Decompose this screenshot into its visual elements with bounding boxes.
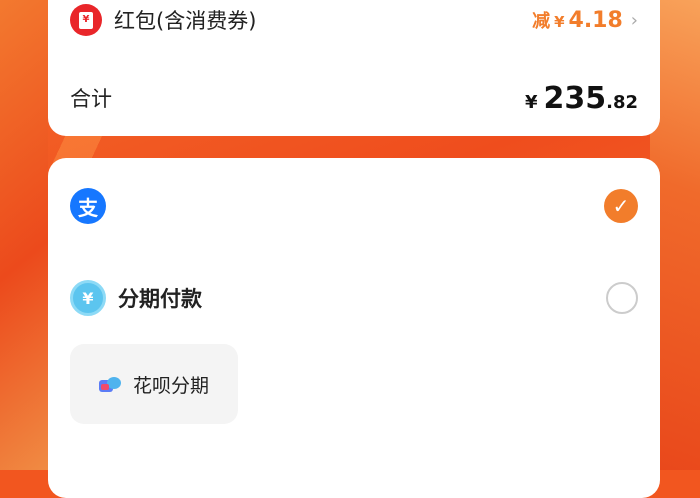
installment-icon: ¥: [70, 280, 106, 316]
hongbao-discount: 减 ¥ 4.18: [532, 7, 623, 33]
huabei-icon: [98, 375, 123, 393]
hongbao-label: 红包(含消费券): [114, 9, 257, 33]
huabei-installment-chip[interactable]: 花呗分期: [70, 344, 238, 424]
total-currency: ¥: [524, 91, 538, 113]
installment-label: 分期付款: [118, 287, 202, 311]
total-row: 合计 ¥ 235 .82: [70, 78, 638, 118]
red-envelope-icon: [70, 4, 102, 36]
checkout-panel: 红包(含消费券) 减 ¥ 4.18 › 合计 ¥ 235 .82 支 ✓: [0, 0, 700, 498]
order-summary-card: 红包(含消费券) 减 ¥ 4.18 › 合计 ¥ 235 .82: [48, 0, 660, 136]
alipay-icon: 支: [70, 188, 106, 224]
payment-option-installment[interactable]: ¥ 分期付款: [70, 278, 638, 318]
selected-check-icon[interactable]: ✓: [604, 189, 638, 223]
discount-currency: ¥: [554, 13, 565, 31]
total-amount-integer: 235: [543, 80, 607, 116]
chevron-right-icon[interactable]: ›: [631, 10, 638, 31]
hongbao-row[interactable]: 红包(含消费券) 减 ¥ 4.18 ›: [70, 0, 638, 40]
huabei-installment-label: 花呗分期: [132, 374, 209, 397]
payment-method-card: 支 ✓ ¥ 分期付款 花呗分期: [48, 158, 660, 498]
total-label: 合计: [70, 87, 112, 111]
installment-radio[interactable]: [606, 282, 638, 314]
total-amount: ¥ 235 .82: [525, 81, 638, 116]
discount-amount: 4.18: [568, 8, 623, 33]
payment-option-alipay[interactable]: 支 ✓: [70, 186, 638, 226]
discount-prefix: 减: [532, 11, 551, 32]
total-amount-decimal: .82: [606, 91, 638, 113]
